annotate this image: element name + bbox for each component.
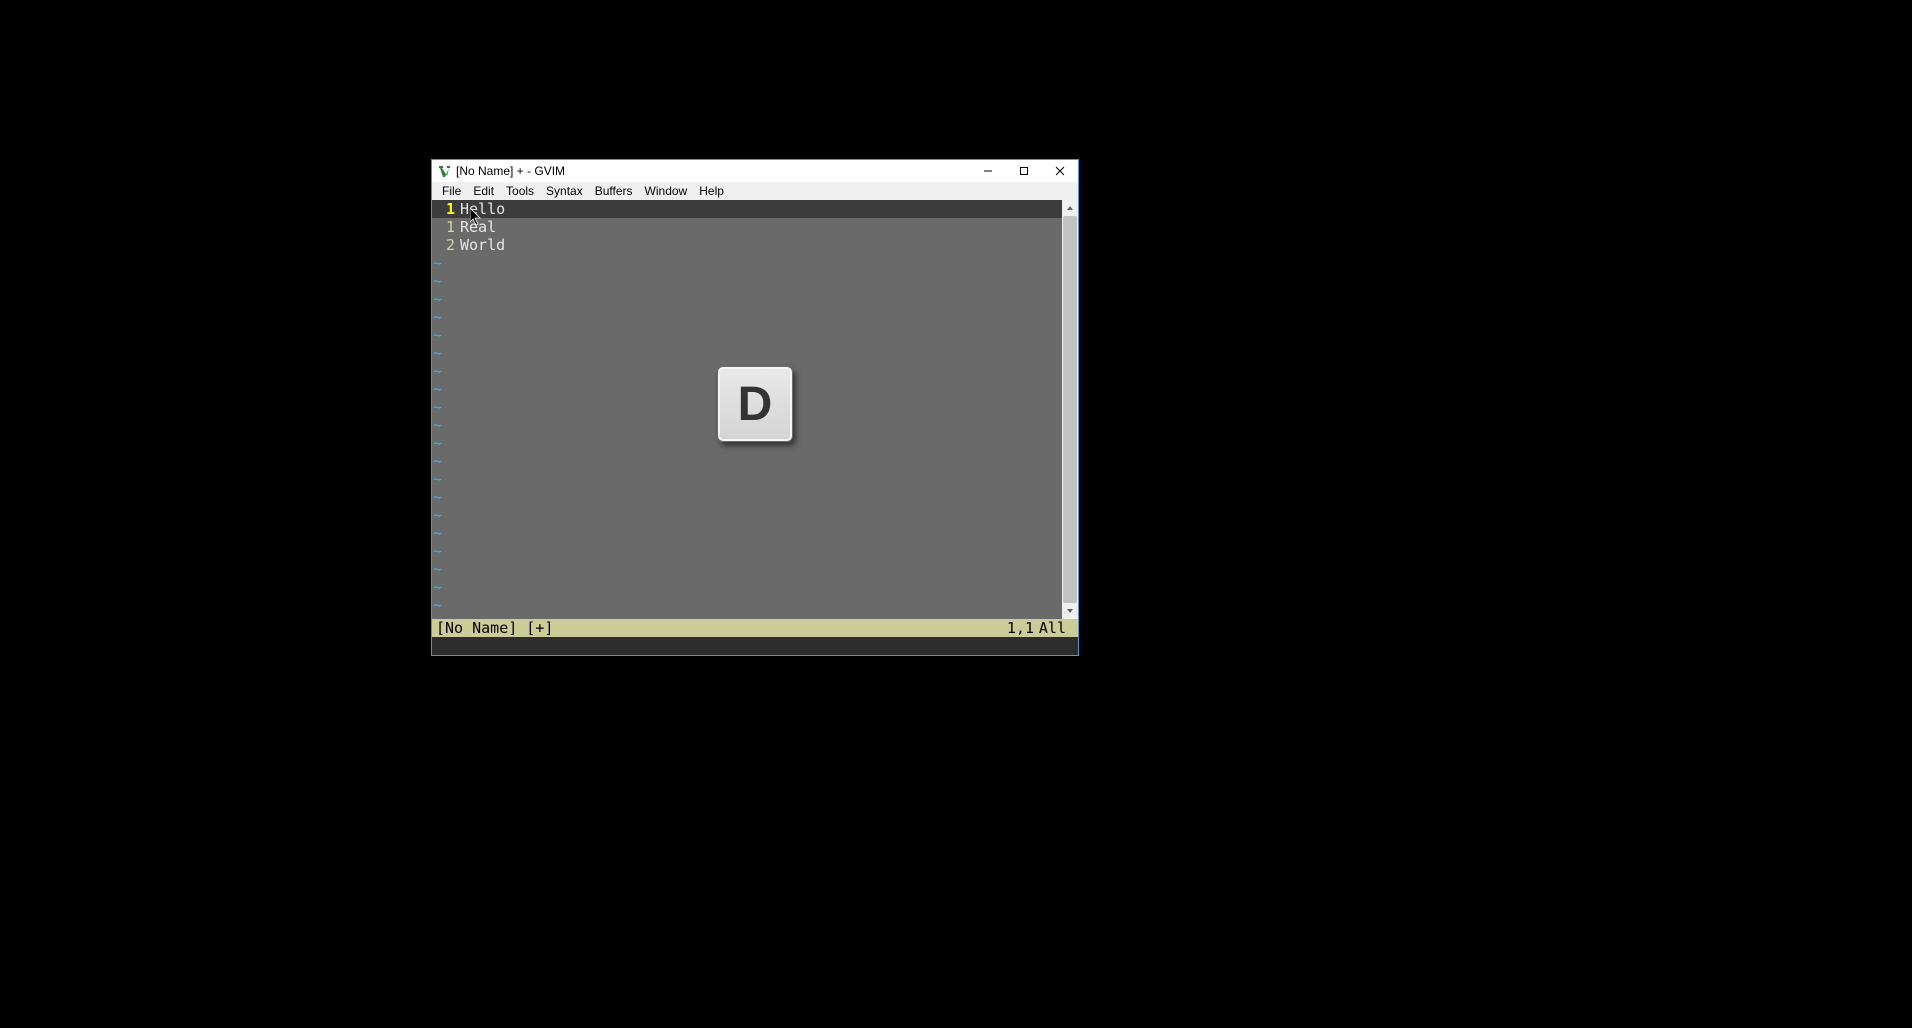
- empty-line-tilde: ~: [432, 524, 1062, 542]
- keycap-overlay: D: [717, 366, 793, 442]
- empty-line-tilde: ~: [432, 308, 1062, 326]
- menu-buffers[interactable]: Buffers: [589, 184, 639, 198]
- status-scroll: All: [1034, 619, 1074, 637]
- empty-line-tilde: ~: [432, 542, 1062, 560]
- scroll-up-icon[interactable]: [1062, 200, 1078, 216]
- empty-line-tilde: ~: [432, 506, 1062, 524]
- empty-line-tilde: ~: [432, 290, 1062, 308]
- code-line[interactable]: 1Real: [432, 218, 1062, 236]
- empty-line-tilde: ~: [432, 326, 1062, 344]
- window-title: [No Name] + - GVIM: [456, 164, 970, 178]
- line-text: Real: [460, 218, 496, 236]
- titlebar[interactable]: [No Name] + - GVIM: [432, 160, 1078, 182]
- menu-edit[interactable]: Edit: [467, 184, 500, 198]
- code-line[interactable]: 2World: [432, 236, 1062, 254]
- line-number: 1: [432, 218, 460, 236]
- scroll-thumb[interactable]: [1063, 216, 1077, 603]
- line-text: Hello: [460, 200, 505, 218]
- menu-help[interactable]: Help: [693, 184, 730, 198]
- menu-window[interactable]: Window: [639, 184, 694, 198]
- command-bar[interactable]: [432, 637, 1078, 655]
- empty-line-tilde: ~: [432, 596, 1062, 614]
- empty-line-tilde: ~: [432, 488, 1062, 506]
- empty-line-tilde: ~: [432, 254, 1062, 272]
- status-filename: [No Name] [+]: [436, 619, 944, 637]
- statusbar: [No Name] [+] 1,1 All: [432, 619, 1078, 637]
- keycap-label: D: [738, 377, 773, 432]
- menubar: File Edit Tools Syntax Buffers Window He…: [432, 182, 1078, 200]
- code-line[interactable]: 1Hello: [432, 200, 1062, 218]
- empty-line-tilde: ~: [432, 272, 1062, 290]
- empty-line-tilde: ~: [432, 578, 1062, 596]
- maximize-button[interactable]: [1006, 160, 1042, 182]
- close-button[interactable]: [1042, 160, 1078, 182]
- minimize-button[interactable]: [970, 160, 1006, 182]
- empty-line-tilde: ~: [432, 560, 1062, 578]
- menu-file[interactable]: File: [436, 184, 467, 198]
- empty-line-tilde: ~: [432, 452, 1062, 470]
- scroll-track[interactable]: [1062, 216, 1078, 603]
- menu-tools[interactable]: Tools: [500, 184, 540, 198]
- status-position: 1,1: [944, 619, 1034, 637]
- vertical-scrollbar[interactable]: [1062, 200, 1078, 619]
- line-text: World: [460, 236, 505, 254]
- line-number: 1: [432, 200, 460, 218]
- menu-syntax[interactable]: Syntax: [540, 184, 589, 198]
- line-number: 2: [432, 236, 460, 254]
- vim-icon: [436, 163, 452, 179]
- empty-line-tilde: ~: [432, 470, 1062, 488]
- window-controls: [970, 160, 1078, 182]
- scroll-down-icon[interactable]: [1062, 603, 1078, 619]
- empty-line-tilde: ~: [432, 344, 1062, 362]
